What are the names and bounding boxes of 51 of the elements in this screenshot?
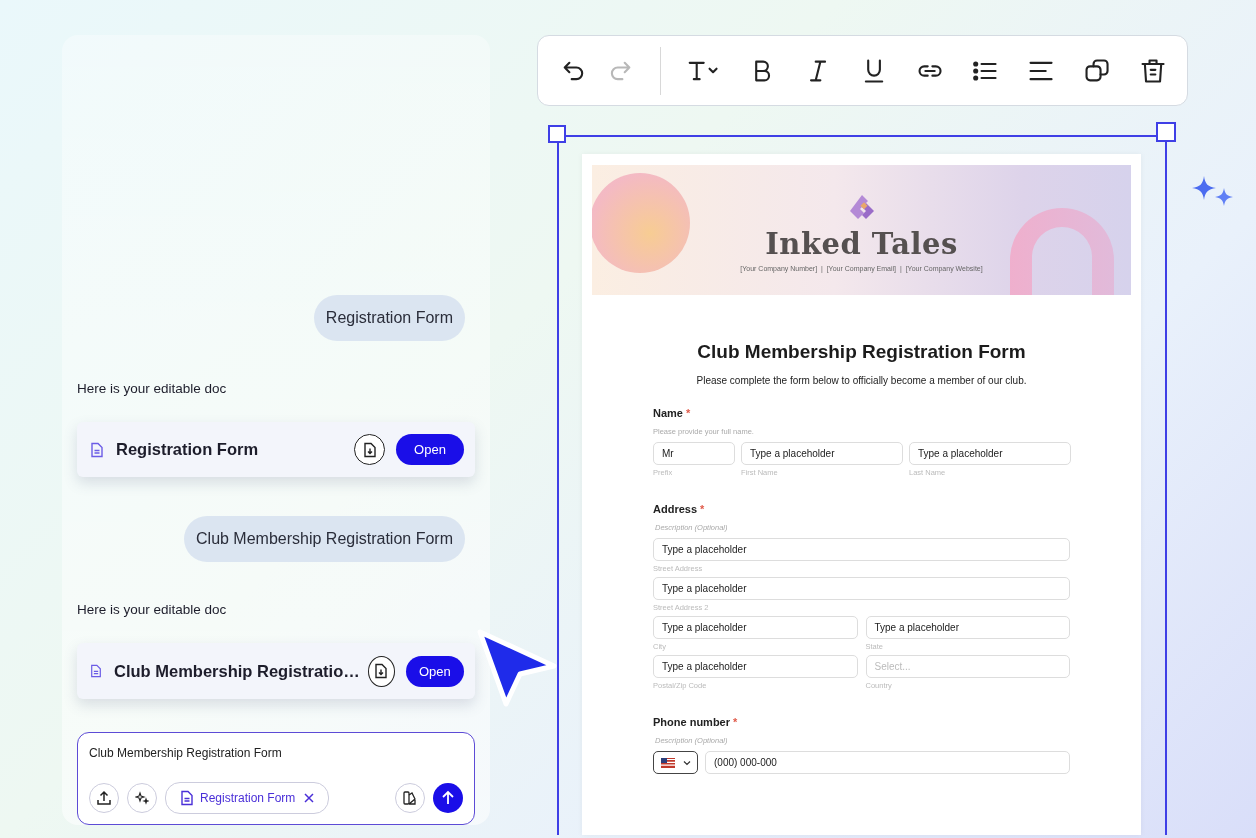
open-button[interactable]: Open: [405, 655, 464, 687]
text-field[interactable]: Type a placeholder: [653, 655, 858, 678]
document-icon: [90, 441, 104, 458]
cursor-arrow-icon: [476, 628, 558, 708]
form-intro: Please complete the form below to officially become a member of our club.: [695, 375, 1028, 386]
document-icon: [90, 663, 102, 680]
attachment-chip[interactable]: Registration Form: [165, 782, 330, 814]
text-field[interactable]: (000) 000-000: [705, 751, 1070, 774]
input-text: Club Membership Registration Form: [89, 745, 283, 760]
text-field[interactable]: Type a placeholder: [653, 538, 1070, 561]
chevron-down-icon: [682, 759, 691, 766]
assistant-message: Here is your editable doc: [77, 381, 227, 396]
document-title: Registration Form: [116, 440, 260, 460]
download-button[interactable]: [354, 434, 385, 466]
required-icon: *: [700, 503, 705, 515]
flag-icon: [660, 757, 675, 768]
text-field[interactable]: Type a placeholder: [741, 442, 903, 465]
document-icon: [180, 790, 194, 806]
document-title: Club Membership Registratio…: [114, 661, 360, 681]
assistant-message: Here is your editable doc: [77, 602, 227, 618]
form-title: Club Membership Registration Form: [696, 341, 1027, 363]
text-field[interactable]: Type a placeholder: [653, 616, 858, 639]
send-button[interactable]: [433, 783, 463, 813]
text-field[interactable]: Type a placeholder: [865, 616, 1070, 639]
palette-icon: [402, 790, 418, 806]
text-field[interactable]: Mr: [653, 442, 735, 465]
sparkle-icon: [135, 791, 149, 805]
upload-icon: [96, 790, 112, 806]
required-icon: *: [685, 407, 691, 419]
upload-button[interactable]: [89, 783, 119, 813]
download-icon: [374, 663, 389, 680]
user-message: Club Membership Registration Form: [184, 516, 465, 563]
field-label: Phone number: [653, 716, 730, 728]
text-field[interactable]: Type a placeholder: [909, 442, 1071, 465]
text-field[interactable]: Type a placeholder: [653, 577, 1070, 600]
download-icon: [362, 441, 377, 458]
message-input[interactable]: Club Membership Registration Form Registration Form: [77, 731, 475, 825]
resize-handle[interactable]: [548, 125, 566, 143]
user-message: Registration Form: [313, 295, 465, 341]
ai-button[interactable]: [127, 783, 157, 813]
open-button[interactable]: Open: [396, 434, 464, 466]
arrow-up-icon: [440, 790, 456, 806]
attachment-name: Registration Form: [200, 791, 296, 805]
download-button[interactable]: [367, 655, 395, 687]
company-name: Inked Tales: [765, 227, 958, 261]
field-label: Name: [653, 407, 683, 419]
required-icon: *: [733, 716, 738, 728]
template-button[interactable]: [395, 783, 425, 813]
field-label: Address: [653, 503, 698, 515]
resize-handle[interactable]: [1156, 122, 1176, 142]
country-code-select[interactable]: [653, 751, 698, 774]
